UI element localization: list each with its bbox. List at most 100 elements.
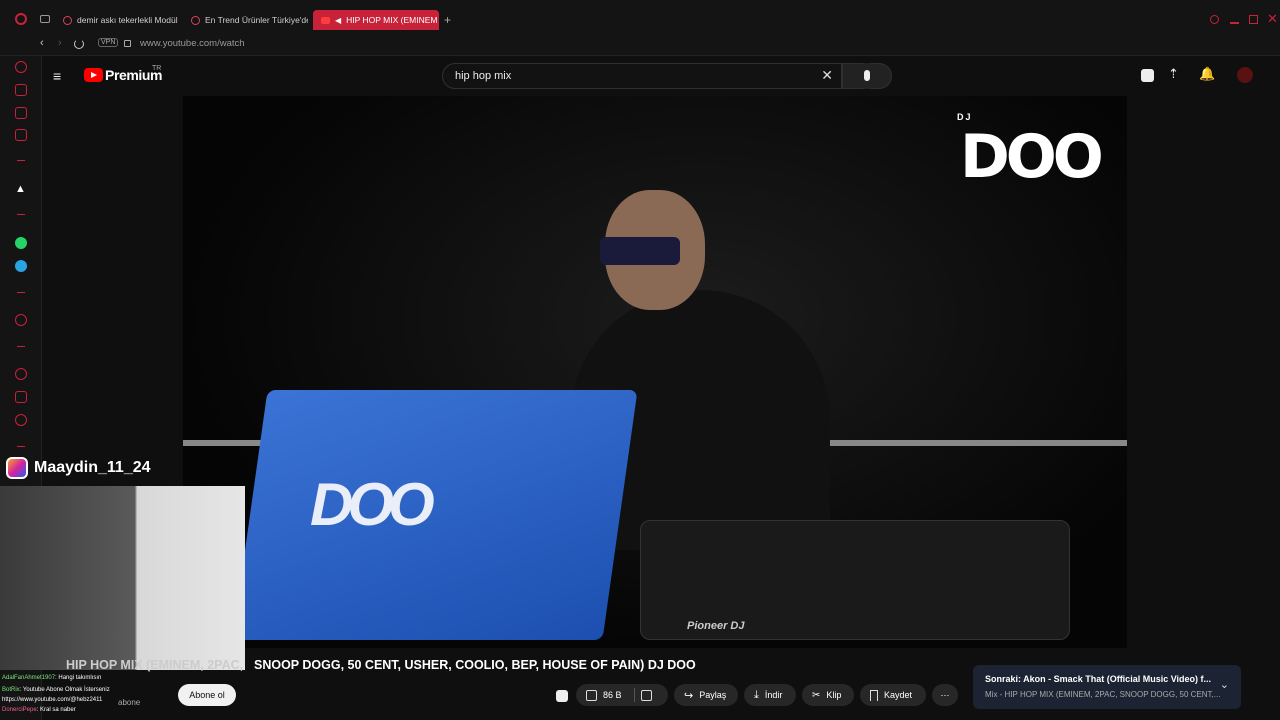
minimize-icon[interactable] <box>1230 22 1239 24</box>
notifications-bell-icon[interactable]: 🔔 <box>1199 66 1215 82</box>
up-next-card[interactable]: Sonraki: Akon - Smack That (Official Mus… <box>973 665 1241 709</box>
opera-menu-icon[interactable] <box>15 13 27 25</box>
close-window-icon[interactable]: ✕ <box>1267 11 1278 27</box>
speaker-icon[interactable]: ◀ <box>335 16 341 25</box>
search-query: hip hop mix <box>455 70 512 82</box>
up-next-subtitle: Mix - HIP HOP MIX (EMINEM, 2PAC, SNOOP D… <box>985 690 1221 699</box>
hamburger-menu-icon[interactable]: ≡ <box>53 68 61 84</box>
video-scene-sunglasses <box>600 237 680 265</box>
tab-2[interactable]: En Trend Ürünler Türkiye'de <box>183 10 308 30</box>
new-tab-button[interactable]: + <box>444 13 451 27</box>
up-next-title: Sonraki: Akon - Smack That (Official Mus… <box>985 674 1212 684</box>
search-tabs-icon[interactable] <box>1210 15 1219 24</box>
clear-search-icon[interactable]: ✕ <box>821 67 833 84</box>
chat-message: https://www.youtube.com/@hebz2411 <box>2 696 172 704</box>
download-icon: ⤓ <box>754 688 759 701</box>
instagram-overlay: Maaydin_11_24 <box>6 457 186 479</box>
tab-3-active[interactable]: ◀ HIP HOP MIX (EMINEM <box>313 10 439 30</box>
like-icon[interactable] <box>586 689 597 701</box>
dj-logo-small: DJ <box>957 112 973 122</box>
chat-overlay: AdalFanAhmet1907: Hangi takımlısın BotRi… <box>2 672 172 716</box>
share-button[interactable]: ↪ Paylaş <box>674 684 738 706</box>
browser-tab-bar: demir askı tekerlekli Modül En Trend Ürü… <box>0 0 1280 32</box>
share-icon: ↪ <box>684 689 694 702</box>
player-icon[interactable] <box>15 314 27 326</box>
youtube-favicon-icon <box>321 16 330 24</box>
sidebar-divider <box>17 160 25 161</box>
upload-icon[interactable]: ⇡ <box>1168 66 1179 82</box>
workspace-icon[interactable] <box>40 15 50 23</box>
chat-user: DonerciPepe <box>2 707 37 713</box>
hype-icon[interactable] <box>556 690 568 702</box>
url-field[interactable]: www.youtube.com/watch <box>140 38 245 49</box>
laptop-doo-logo: DOO <box>310 471 435 538</box>
arc-icon[interactable]: ▲ <box>15 183 26 195</box>
share-label: Paylaş <box>699 690 727 700</box>
account-avatar[interactable] <box>1237 67 1253 83</box>
chat-message: AdalFanAhmet1907: Hangi takımlısın <box>2 672 172 684</box>
dislike-icon[interactable] <box>640 689 652 701</box>
chevron-down-icon[interactable]: ⌄ <box>1220 678 1229 691</box>
tab-islands-icon[interactable] <box>15 107 27 119</box>
webcam-overlay <box>0 486 245 670</box>
aria-icon[interactable] <box>15 61 27 73</box>
chat-text: : Youtube Abone Olmak İsterseniz <box>19 687 110 693</box>
voice-search-button[interactable] <box>854 63 880 89</box>
whatsapp-icon[interactable] <box>15 237 27 249</box>
forward-icon[interactable]: › <box>58 37 62 49</box>
video-title-prefix: HIP HOP MIX (EMINEM, 2PAC, <box>66 658 244 672</box>
clip-label: Klip <box>826 690 842 700</box>
instagram-icon <box>6 457 28 479</box>
restore-icon[interactable] <box>1249 15 1258 24</box>
save-label: Kaydet <box>884 690 913 700</box>
tab-label: HIP HOP MIX (EMINEM <box>346 15 438 25</box>
subscribe-button[interactable]: Abone ol <box>178 684 236 706</box>
dj-doo-logo: DOO <box>960 122 1104 192</box>
tab-label: En Trend Ürünler Türkiye'de <box>205 15 308 25</box>
more-actions-button[interactable]: ⋯ <box>932 684 958 706</box>
tab-favicon-icon <box>191 15 200 25</box>
chat-text: : Hangi takımlısın <box>55 675 102 681</box>
download-button[interactable]: ⤓ İndir <box>744 684 796 706</box>
region-code: TR <box>152 65 162 72</box>
lock-icon[interactable] <box>124 40 131 47</box>
chat-text: https://www.youtube.com/@hebz2411 <box>2 697 103 703</box>
video-title: SNOOP DOGG, 50 CENT, USHER, COOLIO, BEP,… <box>254 658 696 672</box>
address-bar: ‹ › VPN www.youtube.com/watch ♡ ⤓ ≡ <box>0 32 1280 82</box>
like-count[interactable]: 86 B <box>603 690 622 700</box>
extensions-sidebar-icon[interactable] <box>15 391 27 403</box>
tab-1[interactable]: demir askı tekerlekli Modül <box>55 10 180 30</box>
bookmark-icon <box>870 689 878 701</box>
gmail-icon[interactable] <box>15 129 27 141</box>
more-icon: ⋯ <box>940 689 950 700</box>
download-label: İndir <box>764 690 783 700</box>
clip-button[interactable]: ✂ Klip <box>802 684 854 706</box>
save-button[interactable]: Kaydet <box>860 684 926 706</box>
tab-label: demir askı tekerlekli Modül <box>77 15 178 25</box>
like-divider <box>633 688 635 702</box>
instagram-handle: Maaydin_11_24 <box>34 459 151 476</box>
create-icon[interactable] <box>1141 69 1154 82</box>
sidebar-divider <box>17 346 25 347</box>
like-dislike-group: 86 B <box>576 684 668 706</box>
back-icon[interactable]: ‹ <box>40 37 44 49</box>
video-scene-laptop <box>232 390 638 640</box>
reload-icon[interactable] <box>74 39 84 49</box>
search-input[interactable]: hip hop mix ✕ <box>442 63 842 89</box>
sidebar-divider <box>17 214 25 215</box>
chat-user: BotRix <box>2 687 20 693</box>
youtube-logo-icon[interactable] <box>84 68 103 82</box>
settings-icon[interactable] <box>15 414 27 426</box>
sidebar-divider <box>17 292 25 293</box>
tab-favicon-icon <box>63 15 72 25</box>
chat-message: BotRix: Youtube Abone Olmak İsterseniz <box>2 684 172 696</box>
vpn-badge[interactable]: VPN <box>98 38 119 47</box>
telegram-icon[interactable] <box>15 260 27 272</box>
chat-text: : Kral sa naber <box>36 707 76 713</box>
youtube-header: ≡ Premium TR hip hop mix ✕ ⇡ 🔔 <box>42 56 1280 96</box>
microphone-icon <box>864 70 870 81</box>
crypto-wallet-icon[interactable] <box>15 84 27 96</box>
scissors-icon: ✂ <box>812 689 821 701</box>
history-icon[interactable] <box>15 368 27 380</box>
chat-message: DonerciPepe: Kral sa naber <box>2 704 172 716</box>
